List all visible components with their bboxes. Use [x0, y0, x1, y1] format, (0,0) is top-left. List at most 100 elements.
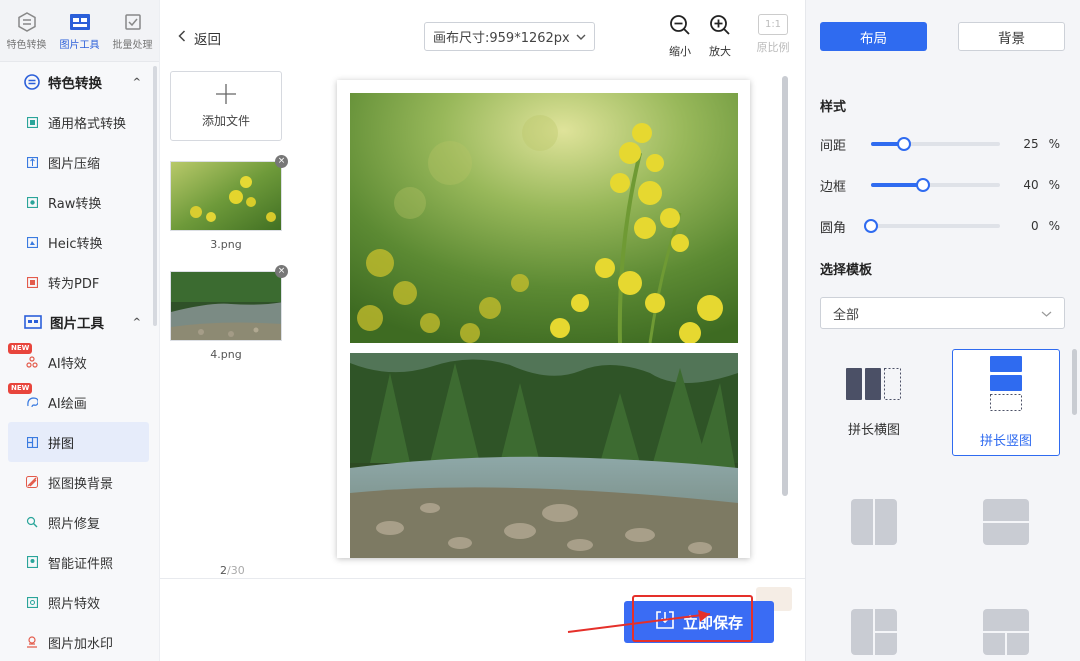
chevron-up-icon: ^ [132, 76, 141, 88]
template-long-horizontal[interactable]: 拼长横图 [820, 349, 928, 456]
back-button[interactable]: 返回 [178, 28, 221, 48]
topnav-label: 特色转换 [6, 39, 47, 51]
tab-layout[interactable]: 布局 [820, 22, 927, 51]
chevron-left-icon [178, 30, 186, 46]
compress-icon [26, 156, 38, 168]
ratio-value: 1:1 [758, 14, 788, 35]
zoom-in-label: 放大 [709, 45, 731, 58]
sidebar-item-format-convert[interactable]: 通用格式转换 [0, 102, 159, 142]
sidebar-item-photo-effect[interactable]: 照片特效 [0, 582, 159, 622]
sidebar-item-label: 照片修复 [48, 516, 101, 532]
canvas-size-value: 画布尺寸:959*1262px [433, 31, 570, 46]
sidebar-item-label: 图片压缩 [48, 156, 101, 172]
three-split-template-icon [851, 608, 897, 659]
zoom-out-button[interactable]: 缩小 [660, 14, 700, 59]
file-name: 3.png [210, 238, 242, 251]
sidebar-item-heic[interactable]: Heic转换 [0, 222, 159, 262]
template-long-vertical[interactable]: 拼长竖图 [952, 349, 1060, 456]
slider-unit: % [1048, 178, 1060, 192]
add-file-label: 添加文件 [201, 114, 250, 128]
image-tools-icon [24, 315, 42, 329]
sidebar-item-id-photo[interactable]: 智能证件照 [0, 542, 159, 582]
back-label: 返回 [194, 32, 221, 48]
template-scrollbar[interactable] [1072, 349, 1077, 415]
topnav-special-convert[interactable]: 特色转换 [0, 0, 53, 61]
sidebar-item-label: Raw转换 [48, 196, 102, 212]
file-thumbnail [170, 161, 282, 231]
slider-handle[interactable] [916, 178, 931, 192]
sidebar-scrollbar[interactable] [153, 66, 157, 326]
collage-preview-canvas[interactable] [337, 80, 750, 558]
plus-icon [215, 83, 237, 108]
slider-value: 0 [1030, 219, 1039, 233]
sidebar-item-cutout[interactable]: 抠图换背景 [0, 462, 159, 502]
sidebar-item-watermark[interactable]: 图片加水印 [0, 622, 159, 661]
settings-panel: 布局 背景 样式 间距 25 % 边框 40 % 圆角 0 % 选择模板 全部 … [805, 0, 1080, 661]
topnav-batch[interactable]: 批量处理 [106, 0, 159, 61]
section-image-tools[interactable]: 图片工具 ^ [0, 302, 159, 342]
file-name: 4.png [210, 348, 242, 361]
sidebar-item-ai-paint[interactable]: NEW AI绘画 [0, 382, 159, 422]
template-three-split-bottom[interactable] [952, 580, 1060, 661]
preview-scrollbar[interactable] [782, 76, 788, 496]
new-badge: NEW [8, 383, 33, 394]
slider-track[interactable] [864, 219, 1001, 233]
id-photo-icon [26, 556, 38, 568]
slider-label: 间距 [820, 138, 847, 154]
template-two-columns[interactable] [820, 470, 928, 577]
topnav-label: 批量处理 [112, 39, 153, 51]
sidebar-item-label: 照片特效 [48, 596, 101, 612]
zoom-in-button[interactable]: 放大 [700, 14, 740, 59]
template-filter-select[interactable]: 全部 [820, 297, 1065, 329]
slider-handle[interactable] [864, 219, 879, 233]
pdf-icon [26, 276, 38, 288]
zoom-out-label: 缩小 [669, 45, 691, 58]
bottom-bar: 立即保存 [160, 578, 805, 661]
preview-image-flowers[interactable] [350, 93, 738, 343]
add-file-button[interactable]: 添加文件 [170, 71, 282, 141]
section-special-convert[interactable]: 特色转换 ^ [0, 62, 159, 102]
sidebar-item-raw[interactable]: Raw转换 [0, 182, 159, 222]
sidebar-item-repair[interactable]: 照片修复 [0, 502, 159, 542]
slider-track[interactable] [871, 137, 1001, 151]
canvas-size-select[interactable]: 画布尺寸:959*1262px [424, 22, 595, 51]
slider-track[interactable] [871, 178, 1001, 192]
topnav-image-tools[interactable]: 图片工具 [53, 0, 106, 61]
sidebar-item-ai-effect[interactable]: NEW AI特效 [0, 342, 159, 382]
original-ratio-button[interactable]: 1:1 原比例 [753, 14, 793, 55]
convert-icon [16, 11, 38, 33]
zoom-out-icon [669, 14, 691, 39]
cutout-icon [26, 476, 38, 488]
template-three-split[interactable] [820, 580, 928, 661]
save-label: 立即保存 [682, 613, 743, 632]
chevron-down-icon [1041, 306, 1052, 321]
sidebar-item-compress[interactable]: 图片压缩 [0, 142, 159, 182]
sidebar-item-pdf[interactable]: 转为PDF [0, 262, 159, 302]
corner-radius-slider: 圆角 0 % [820, 216, 1060, 236]
remove-file-icon[interactable]: × [275, 265, 288, 278]
save-now-button[interactable]: 立即保存 [624, 601, 774, 643]
sidebar-item-label: 通用格式转换 [48, 116, 127, 132]
slider-label: 边框 [820, 179, 847, 195]
collage-icon [26, 436, 38, 448]
page-total: /30 [227, 564, 245, 577]
spacing-slider: 间距 25 % [820, 134, 1060, 154]
page-counter: 2/30 [220, 564, 245, 577]
ai-paint-icon [26, 396, 38, 408]
slider-handle[interactable] [896, 137, 911, 151]
raw-icon [26, 196, 38, 208]
template-filter-value: 全部 [833, 307, 860, 323]
tab-background[interactable]: 背景 [958, 22, 1065, 51]
preview-image-river[interactable] [350, 353, 738, 558]
heic-icon [26, 236, 38, 248]
file-item[interactable]: × 3.png [170, 155, 288, 251]
sidebar-item-collage[interactable]: 拼图 [8, 422, 149, 462]
file-thumbnail [170, 271, 282, 341]
sidebar-item-label: Heic转换 [48, 236, 103, 252]
sidebar-item-label: 抠图换背景 [48, 476, 114, 492]
template-two-rows[interactable] [952, 470, 1060, 577]
remove-file-icon[interactable]: × [275, 155, 288, 168]
long-vertical-template-icon [989, 356, 1023, 416]
file-item[interactable]: × 4.png [170, 265, 288, 361]
save-icon [655, 610, 675, 634]
